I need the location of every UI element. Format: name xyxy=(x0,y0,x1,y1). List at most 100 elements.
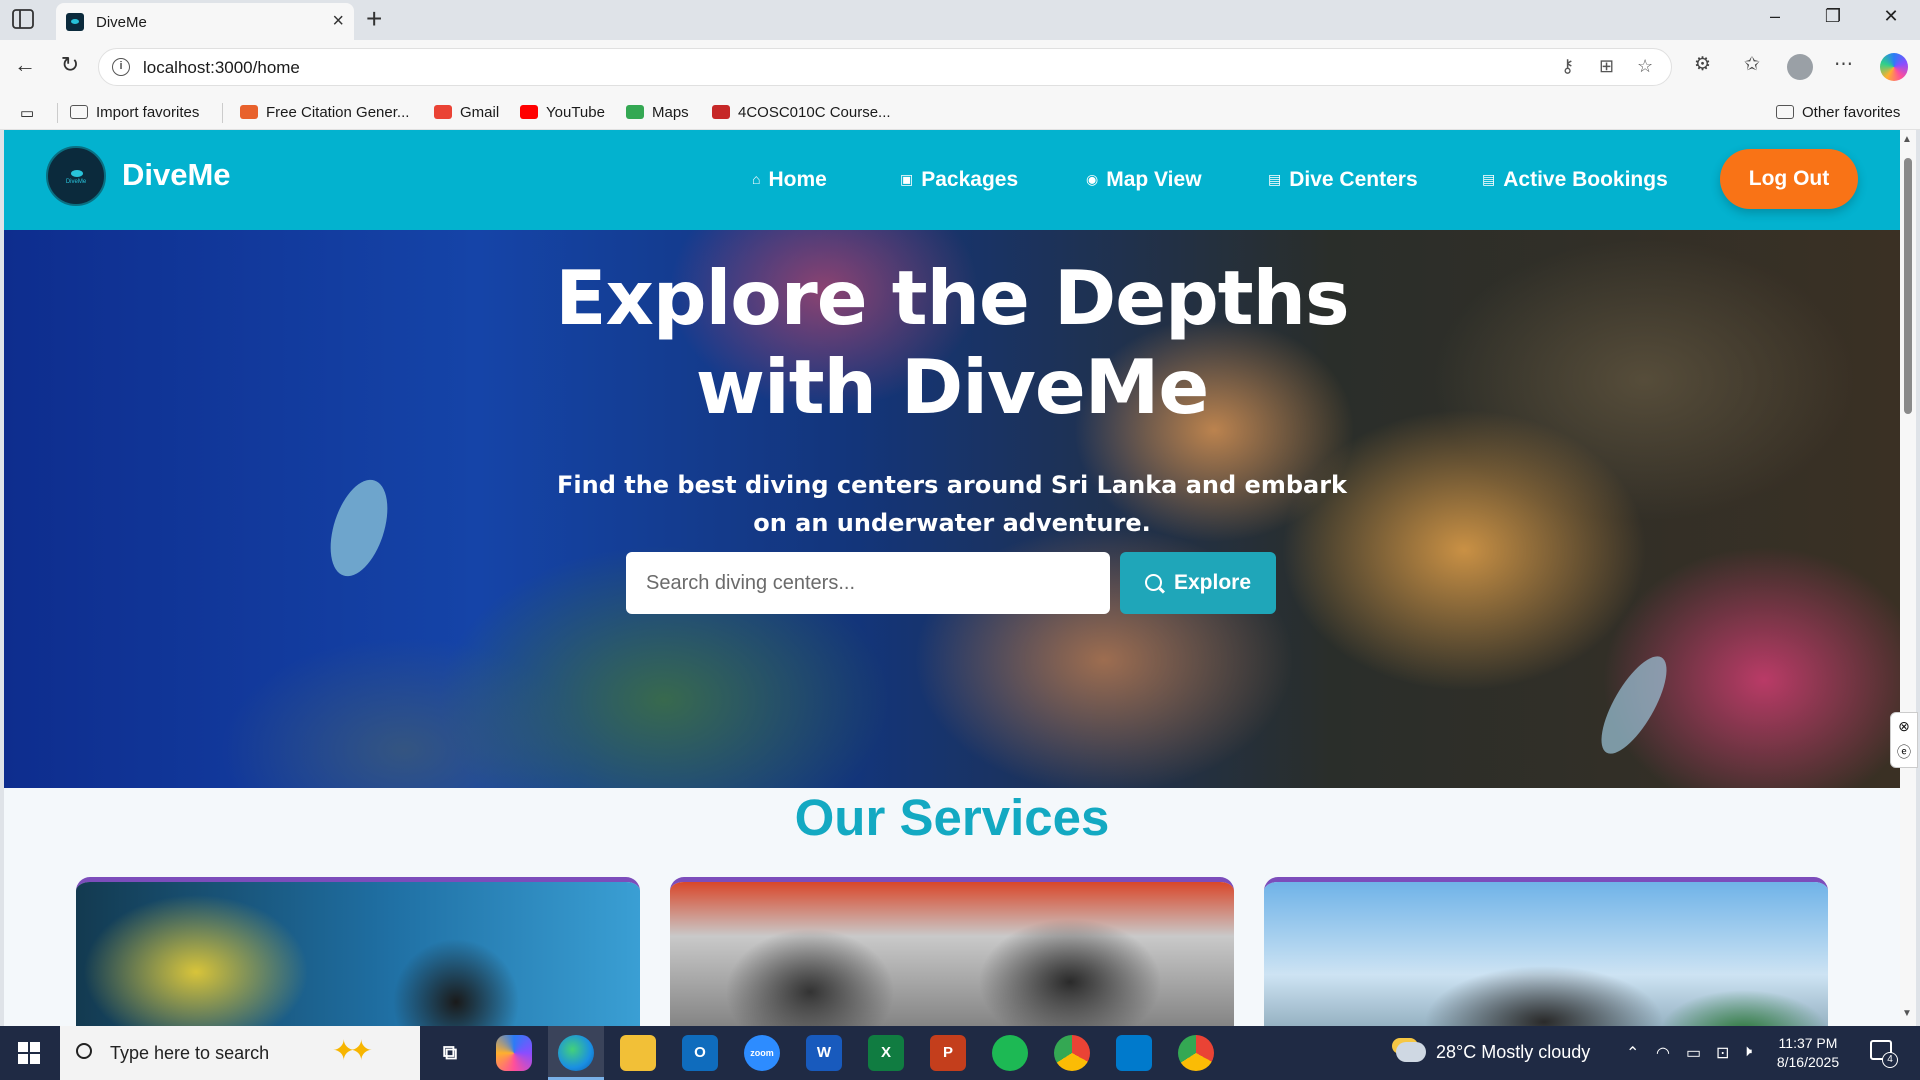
vscode-app[interactable] xyxy=(1116,1035,1152,1071)
restore-icon[interactable]: ❐ xyxy=(1818,6,1848,34)
diveme-favicon-icon xyxy=(66,13,84,31)
hero-subtitle: Find the best diving centers around Sri … xyxy=(556,471,1347,537)
nav-dive-centers[interactable]: ▤ Dive Centers xyxy=(1268,168,1418,192)
display-icon[interactable]: ⊡ xyxy=(1716,1043,1729,1063)
scroll-down-icon[interactable]: ▼ xyxy=(1902,1008,1912,1019)
chrome-profile-app[interactable] xyxy=(1178,1035,1214,1071)
scroll-up-icon[interactable]: ▲ xyxy=(1902,134,1912,145)
hero-title-line1: Explore the Depths xyxy=(555,254,1349,342)
services-title: Our Services xyxy=(794,789,1110,846)
refresh-icon[interactable]: ↻ xyxy=(55,52,85,82)
notifications-icon[interactable]: 4 xyxy=(1870,1040,1898,1068)
address-bar-row: ← ↻ i localhost:3000/home ⚷ ⊞ ☆ ⚙ ✩ ⋯ xyxy=(0,40,1920,96)
pdf-icon xyxy=(712,105,730,119)
logout-button[interactable]: Log Out xyxy=(1720,149,1858,209)
nav-active-bookings-label: Active Bookings xyxy=(1503,168,1668,191)
favorite-import[interactable]: Import favorites xyxy=(70,104,199,121)
nav-packages[interactable]: ▣ Packages xyxy=(900,168,1018,192)
more-options-icon[interactable]: ⋯ xyxy=(1834,53,1853,76)
service-card-training[interactable] xyxy=(1264,877,1828,1026)
service-image-divers-group xyxy=(1264,882,1828,1026)
minimize-icon[interactable]: – xyxy=(1760,6,1790,34)
service-card-equipment[interactable] xyxy=(670,877,1234,1026)
taskbar-search-text[interactable]: Type here to search xyxy=(110,1043,269,1064)
nav-map-view-label: Map View xyxy=(1106,168,1202,191)
search-diving-centers-input[interactable] xyxy=(626,552,1110,614)
nav-active-bookings[interactable]: ▤ Active Bookings xyxy=(1482,168,1668,192)
powerpoint-app[interactable]: P xyxy=(930,1035,966,1071)
zoom-app[interactable]: zoom xyxy=(744,1035,780,1071)
tab-close-icon[interactable]: × xyxy=(332,10,344,33)
service-image-equipment xyxy=(670,882,1234,1026)
explore-button[interactable]: Explore xyxy=(1120,552,1276,614)
window-close-icon[interactable]: ✕ xyxy=(1876,6,1906,34)
notification-count: 4 xyxy=(1882,1052,1898,1068)
favorite-youtube[interactable]: YouTube xyxy=(520,104,605,121)
nav-packages-label: Packages xyxy=(921,168,1019,191)
favorite-label: Gmail xyxy=(460,104,500,121)
profile-avatar[interactable] xyxy=(1787,54,1813,80)
word-app[interactable]: W xyxy=(806,1035,842,1071)
browser-tab[interactable]: DiveMe × xyxy=(56,3,354,40)
brand-name[interactable]: DiveMe xyxy=(122,157,231,193)
favorite-maps[interactable]: Maps xyxy=(626,104,689,121)
diveme-logo[interactable]: DiveMe xyxy=(46,146,106,206)
search-icon xyxy=(76,1043,92,1059)
favorite-course[interactable]: 4COSC010C Course... xyxy=(712,104,891,121)
address-bar[interactable]: i localhost:3000/home ⚷ ⊞ ☆ xyxy=(98,48,1672,86)
scroll-thumb[interactable] xyxy=(1904,158,1912,414)
windows-start-icon[interactable] xyxy=(18,1042,40,1064)
nav-home[interactable]: ⌂ Home xyxy=(752,168,827,192)
back-icon[interactable]: ← xyxy=(10,52,40,82)
new-tab-icon[interactable]: + xyxy=(366,3,382,35)
close-circle-icon[interactable]: ⊗ xyxy=(1891,713,1917,739)
gmail-icon xyxy=(434,105,452,119)
nav-map-view[interactable]: ◉ Map View xyxy=(1086,168,1202,192)
excel-app[interactable]: X xyxy=(868,1035,904,1071)
hero-title: Explore the Depths with DiveMe xyxy=(4,254,1900,432)
sidebar-toggle-icon[interactable] xyxy=(12,9,36,31)
edge-app[interactable] xyxy=(558,1035,594,1071)
network-icon[interactable]: ◠ xyxy=(1656,1043,1670,1063)
side-floating-panel[interactable]: ⊗ ⓔ xyxy=(1890,712,1918,768)
maps-icon xyxy=(626,105,644,119)
extensions-icon[interactable]: ⚙ xyxy=(1694,53,1711,76)
page-scrollbar[interactable]: ▲ ▼ xyxy=(1900,130,1916,1026)
url-text[interactable]: localhost:3000/home xyxy=(143,58,300,78)
weather-widget[interactable]: 28°C Mostly cloudy xyxy=(1396,1042,1590,1063)
logo-text: DiveMe xyxy=(65,179,87,185)
volume-icon[interactable]: 🕨 xyxy=(1742,1043,1752,1061)
nav-home-label: Home xyxy=(768,168,827,191)
favorite-citation[interactable]: Free Citation Gener... xyxy=(240,104,409,121)
spotify-app[interactable] xyxy=(992,1035,1028,1071)
app-available-icon[interactable]: ⊞ xyxy=(1599,56,1614,77)
copilot-app[interactable] xyxy=(496,1035,532,1071)
file-explorer-app[interactable] xyxy=(620,1035,656,1071)
password-key-icon[interactable]: ⚷ xyxy=(1561,56,1574,77)
task-view-icon[interactable]: ⧉ xyxy=(432,1035,468,1071)
taskbar-clock[interactable]: 11:37 PM 8/16/2025 xyxy=(1764,1034,1852,1072)
favorite-star-icon[interactable]: ☆ xyxy=(1637,56,1653,77)
other-favorites[interactable]: Other favorites xyxy=(1776,104,1900,121)
copilot-icon[interactable] xyxy=(1880,53,1908,81)
site-info-icon[interactable]: i xyxy=(112,58,130,76)
favorites-divider xyxy=(222,103,223,123)
favorite-gmail[interactable]: Gmail xyxy=(434,104,499,121)
nav-dive-centers-label: Dive Centers xyxy=(1289,168,1418,191)
battery-icon[interactable]: ▭ xyxy=(1686,1043,1701,1063)
citation-icon xyxy=(240,105,258,119)
sparkle-icon: ✦✦ xyxy=(332,1035,373,1066)
web-page: DiveMe DiveMe ⌂ Home ▣ Packages ◉ Map View … xyxy=(4,130,1900,1026)
taskbar-search[interactable]: Type here to search ✦✦ xyxy=(60,1026,420,1080)
show-hidden-icons-icon[interactable]: ⌃ xyxy=(1626,1043,1639,1063)
outlook-app[interactable]: O xyxy=(682,1035,718,1071)
service-card-diving[interactable] xyxy=(76,877,640,1026)
edge-sidebar-icon[interactable]: ⓔ xyxy=(1891,739,1917,765)
browser-titlebar: DiveMe × + – ❐ ✕ xyxy=(0,0,1920,40)
favorites-divider xyxy=(57,103,58,123)
favorites-icon[interactable]: ✩ xyxy=(1744,53,1760,76)
chrome-app[interactable] xyxy=(1054,1035,1090,1071)
map-pin-icon: ◉ xyxy=(1086,171,1099,187)
favorites-bar: ▭ Import favorites Free Citation Gener..… xyxy=(0,96,1920,130)
reading-view-icon[interactable]: ▭ xyxy=(20,104,34,122)
